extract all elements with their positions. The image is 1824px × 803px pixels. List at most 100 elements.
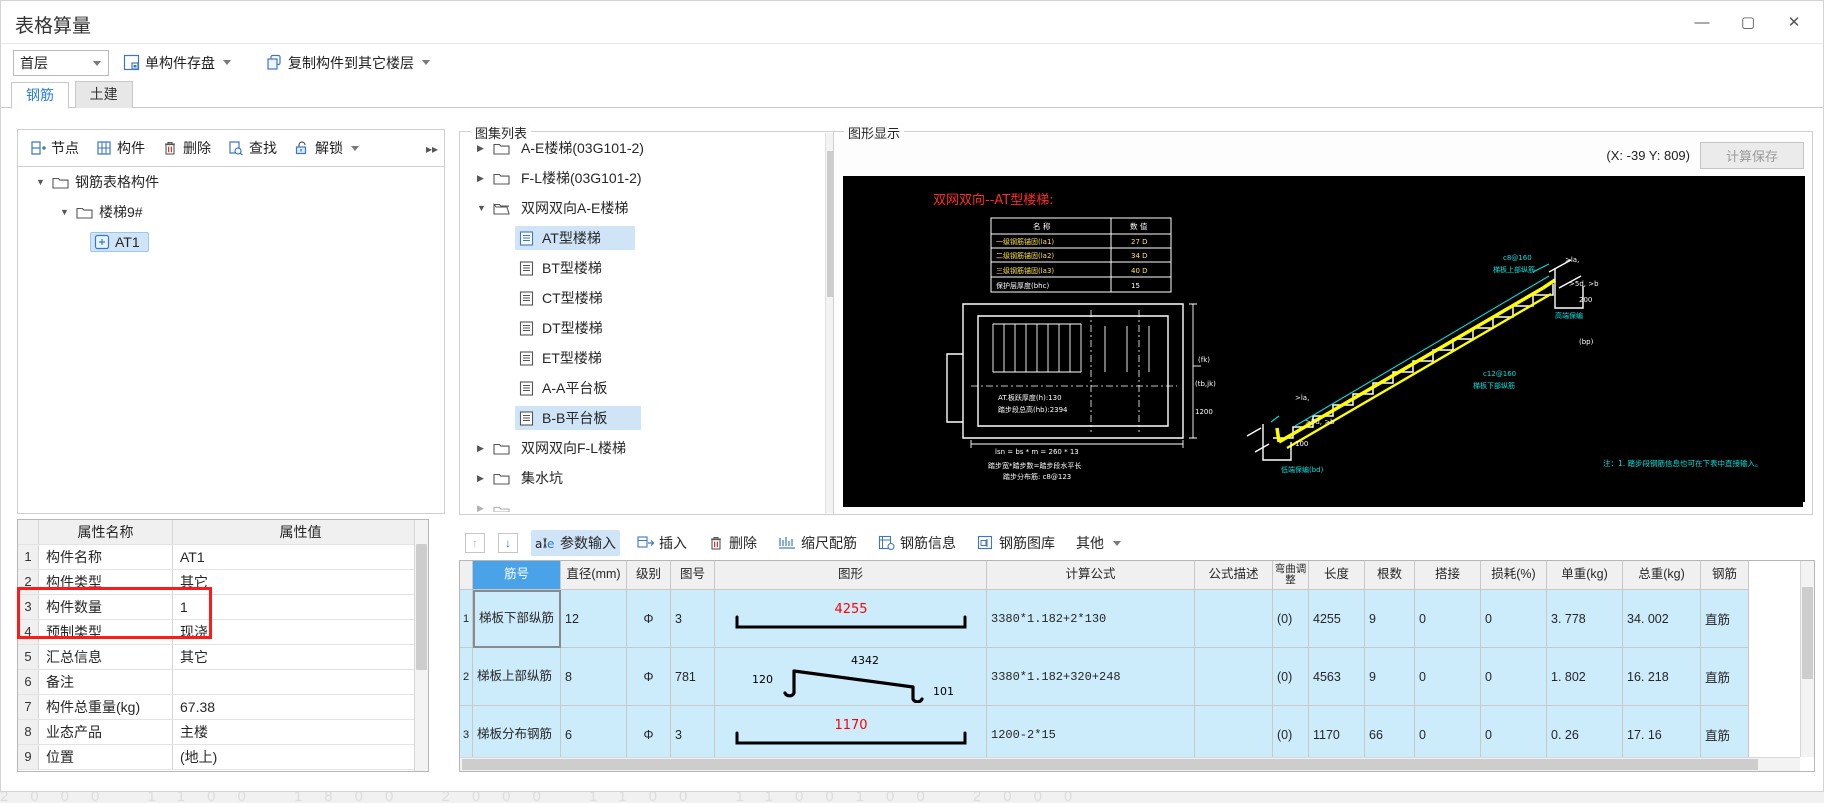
drawing-canvas[interactable]: 双网双向--AT型楼梯: 名 称数 值 一级钢筋锚固(la1) 27 D 二级钢… (843, 176, 1805, 507)
atlas-item-dual-net-a-e[interactable]: ▼ 双网双向A-E楼梯 (461, 193, 825, 223)
atlas-item-dt-stair[interactable]: DT型楼梯 (461, 313, 825, 343)
rebar-info-button[interactable]: 钢筋信息 (874, 530, 960, 556)
atlas-item-at-stair[interactable]: AT型楼梯 (461, 223, 825, 253)
chevron-down-icon[interactable]: ▼ (477, 203, 493, 213)
table-row[interactable]: 1 梯板下部纵筋 12 Φ 3 4255 3380*1.182+2*130 (0… (460, 590, 1814, 648)
rebar-table-vscrollbar-thumb[interactable] (1802, 587, 1813, 679)
property-scrollbar-thumb[interactable] (416, 544, 427, 670)
scale-rebar-button[interactable]: 缩尺配筋 (774, 530, 861, 556)
floor-select[interactable]: 首层 (13, 49, 109, 76)
cell-diameter[interactable]: 12 (561, 590, 627, 648)
tree-node-at1-selected[interactable]: AT1 (90, 232, 149, 252)
cell-drawing-no[interactable]: 781 (671, 648, 715, 706)
close-icon[interactable]: ✕ (1771, 7, 1817, 37)
tree-node-rebar-table-components[interactable]: ▼ 钢筋表格构件 (18, 167, 444, 197)
cell-formula[interactable]: 3380*1.182+2*130 (987, 590, 1195, 648)
property-value[interactable]: 其它 (173, 645, 428, 669)
tab-civil[interactable]: 土建 (74, 81, 133, 108)
cell-total-weight[interactable]: 16. 218 (1623, 648, 1701, 706)
rebar-table-hscrollbar[interactable] (460, 757, 1800, 771)
cell-bend-adjust[interactable]: (0) (1273, 590, 1309, 648)
property-value[interactable]: 其它 (173, 570, 428, 594)
chevron-right-icon[interactable]: ▶ (477, 473, 493, 484)
move-up-button[interactable]: ↑ (465, 533, 485, 553)
cell-formula-desc[interactable] (1195, 590, 1273, 648)
cell-rebar-number[interactable]: 梯板上部纵筋 (473, 648, 561, 706)
cell-shape[interactable]: 4255 (715, 590, 987, 648)
tree-node-at1[interactable]: AT1 (18, 227, 444, 257)
property-row[interactable]: 2 构件类型 其它 (18, 570, 428, 595)
cell-rebar-type[interactable]: 直筋 (1701, 706, 1749, 764)
chevron-right-icon[interactable]: ▶ (477, 503, 493, 514)
property-value[interactable]: 1 (173, 595, 428, 619)
property-value[interactable]: 67.38 (173, 695, 428, 719)
property-row[interactable]: 6 备注 (18, 670, 428, 695)
atlas-item-partial[interactable]: ▶ (461, 493, 825, 513)
cell-length[interactable]: 4255 (1309, 590, 1365, 648)
cell-bend-adjust[interactable]: (0) (1273, 706, 1309, 764)
insert-button[interactable]: 插入 (633, 530, 691, 556)
unlock-button[interactable]: 解锁 (290, 135, 363, 161)
property-row[interactable]: 7 构件总重量(kg) 67.38 (18, 695, 428, 720)
column-header-rebar-number[interactable]: 筋号 (473, 561, 561, 590)
cell-shape[interactable]: 4342 120 101 (715, 648, 987, 706)
cell-lap[interactable]: 0 (1415, 648, 1481, 706)
cell-count[interactable]: 66 (1365, 706, 1415, 764)
param-input-button[interactable]: ae 参数输入 (531, 530, 620, 556)
cell-unit-weight[interactable]: 1. 802 (1547, 648, 1623, 706)
cell-lap[interactable]: 0 (1415, 706, 1481, 764)
chevron-right-icon[interactable]: ▶ (477, 443, 493, 454)
column-header-grade[interactable]: 级别 (627, 561, 671, 590)
cell-shape[interactable]: 1170 (715, 706, 987, 764)
cell-unit-weight[interactable]: 0. 26 (1547, 706, 1623, 764)
cell-count[interactable]: 9 (1365, 648, 1415, 706)
cell-rebar-number[interactable]: 梯板分布钢筋 (473, 706, 561, 764)
atlas-item-et-stair[interactable]: ET型楼梯 (461, 343, 825, 373)
delete-button[interactable]: 删除 (158, 135, 215, 161)
cell-rebar-type[interactable]: 直筋 (1701, 590, 1749, 648)
column-header-formula[interactable]: 计算公式 (987, 561, 1195, 590)
chevron-down-icon[interactable] (1113, 540, 1121, 546)
cell-diameter[interactable]: 8 (561, 648, 627, 706)
cell-bend-adjust[interactable]: (0) (1273, 648, 1309, 706)
property-row[interactable]: 3 构件数量 1 (18, 595, 428, 620)
column-header-lap[interactable]: 搭接 (1415, 561, 1481, 590)
atlas-item-a-a-platform[interactable]: A-A平台板 (461, 373, 825, 403)
property-value[interactable]: (地上) (173, 745, 428, 769)
column-header-drawing-no[interactable]: 图号 (671, 561, 715, 590)
column-header-total-weight[interactable]: 总重(kg) (1623, 561, 1701, 590)
column-header-loss[interactable]: 损耗(%) (1481, 561, 1547, 590)
column-header-rebar-type[interactable]: 钢筋 (1701, 561, 1749, 590)
cell-grade[interactable]: Φ (627, 648, 671, 706)
atlas-item-sump[interactable]: ▶ 集水坑 (461, 463, 825, 493)
column-header-unit-weight[interactable]: 单重(kg) (1547, 561, 1623, 590)
table-row[interactable]: 3 梯板分布钢筋 6 Φ 3 1170 1200-2*15 (0) 1170 6… (460, 706, 1814, 764)
cell-rebar-type[interactable]: 直筋 (1701, 648, 1749, 706)
cell-lap[interactable]: 0 (1415, 590, 1481, 648)
chevron-right-icon[interactable]: ▶ (477, 143, 493, 154)
chevron-down-icon[interactable] (422, 60, 430, 65)
property-row[interactable]: 1 构件名称 AT1 (18, 545, 428, 570)
cell-total-weight[interactable]: 17. 16 (1623, 706, 1701, 764)
chevron-down-icon[interactable]: ▼ (36, 177, 52, 187)
cell-formula[interactable]: 1200-2*15 (987, 706, 1195, 764)
column-header-diameter[interactable]: 直径(mm) (561, 561, 627, 590)
tab-rebar[interactable]: 钢筋 (11, 82, 69, 109)
cell-length[interactable]: 4563 (1309, 648, 1365, 706)
rebar-table-vscrollbar[interactable] (1800, 561, 1814, 757)
property-row[interactable]: 8 业态产品 主楼 (18, 720, 428, 745)
column-header-shape[interactable]: 图形 (715, 561, 987, 590)
atlas-item-ct-stair[interactable]: CT型楼梯 (461, 283, 825, 313)
cell-diameter[interactable]: 6 (561, 706, 627, 764)
save-component-button[interactable]: 单构件存盘 (119, 50, 235, 76)
cell-formula[interactable]: 3380*1.182+320+248 (987, 648, 1195, 706)
property-value[interactable]: AT1 (173, 545, 428, 569)
copy-component-button[interactable]: 复制构件到其它楼层 (262, 50, 434, 76)
cell-drawing-no[interactable]: 3 (671, 590, 715, 648)
find-button[interactable]: 查找 (224, 135, 281, 161)
add-component-button[interactable]: 构件 (92, 135, 149, 161)
cell-loss[interactable]: 0 (1481, 648, 1547, 706)
cell-drawing-no[interactable]: 3 (671, 706, 715, 764)
minimize-icon[interactable]: — (1679, 7, 1725, 37)
chevron-down-icon[interactable]: ▼ (60, 207, 76, 217)
